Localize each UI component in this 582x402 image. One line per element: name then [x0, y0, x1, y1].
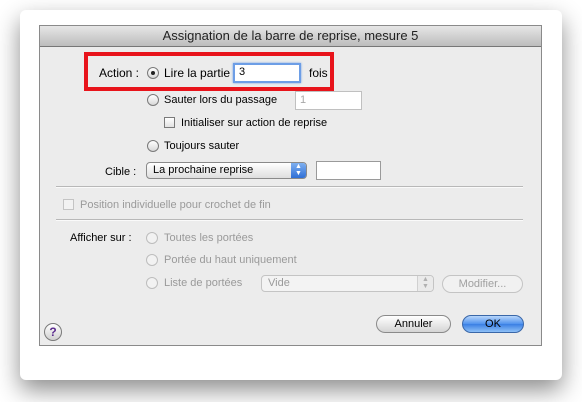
- cancel-button[interactable]: Annuler: [376, 315, 451, 333]
- skip-pass-input[interactable]: 1: [295, 91, 362, 110]
- all-staves-label: Toutes les portées: [164, 232, 254, 244]
- top-staff-radio[interactable]: [146, 254, 158, 266]
- individual-end-bracket-checkbox[interactable]: [63, 199, 74, 210]
- reset-label: Initialiser sur action de reprise: [181, 117, 328, 129]
- ok-button[interactable]: OK: [462, 315, 524, 333]
- help-button[interactable]: ?: [44, 323, 62, 341]
- reset-checkbox[interactable]: [164, 117, 175, 128]
- staff-list-radio[interactable]: [146, 277, 158, 289]
- dialog-title: Assignation de la barre de reprise, mesu…: [40, 26, 541, 47]
- highlight-box: [84, 52, 334, 91]
- separator: [56, 219, 523, 221]
- skip-radio[interactable]: [147, 94, 159, 106]
- all-staves-radio[interactable]: [146, 232, 158, 244]
- display-label: Afficher sur :: [70, 232, 132, 244]
- modify-button[interactable]: Modifier...: [442, 275, 523, 293]
- staff-list-popup[interactable]: Vide ▲ ▼: [261, 275, 434, 292]
- individual-end-bracket-label: Position individuelle pour crochet de fi…: [80, 199, 271, 211]
- target-value-input[interactable]: [316, 161, 381, 180]
- popup-arrows-icon: ▲ ▼: [291, 163, 306, 178]
- staff-list-selected: Vide: [268, 277, 290, 289]
- always-skip-label: Toujours sauter: [164, 140, 240, 152]
- target-popup[interactable]: La prochaine reprise ▲ ▼: [146, 162, 307, 179]
- staff-list-label: Liste de portées: [164, 277, 243, 289]
- popup-arrows-icon: ▲ ▼: [417, 276, 433, 291]
- always-skip-radio[interactable]: [147, 140, 159, 152]
- target-selected: La prochaine reprise: [153, 164, 254, 176]
- target-label: Cible :: [105, 166, 137, 178]
- separator: [56, 186, 523, 188]
- skip-label: Sauter lors du passage: [164, 94, 278, 106]
- top-staff-label: Portée du haut uniquement: [164, 254, 297, 266]
